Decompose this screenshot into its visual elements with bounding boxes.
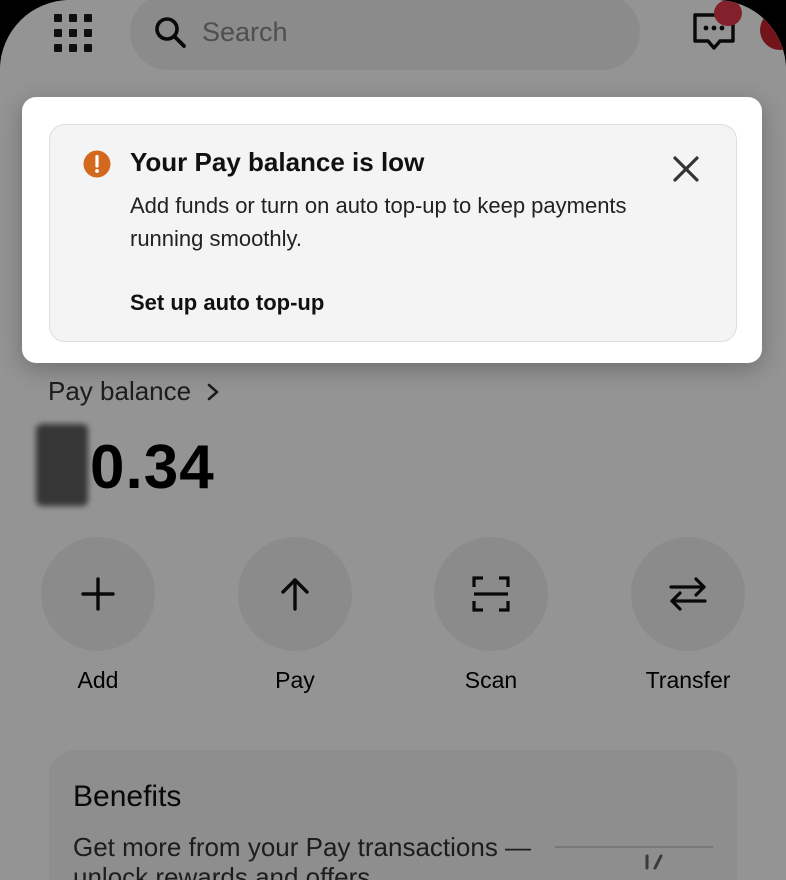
alert-body: Add funds or turn on auto top-up to keep… xyxy=(130,193,627,251)
auto-top-up-link[interactable]: Set up auto top-up xyxy=(130,290,324,316)
low-balance-popup: Your Pay balance is low Add funds or tur… xyxy=(22,97,762,363)
warning-icon xyxy=(83,150,111,178)
close-icon[interactable] xyxy=(670,153,702,185)
low-balance-alert: Your Pay balance is low Add funds or tur… xyxy=(49,124,737,342)
alert-title: Your Pay balance is low xyxy=(130,147,425,177)
app-screen: Pay balance 0.34 Add Pay xyxy=(0,0,786,880)
